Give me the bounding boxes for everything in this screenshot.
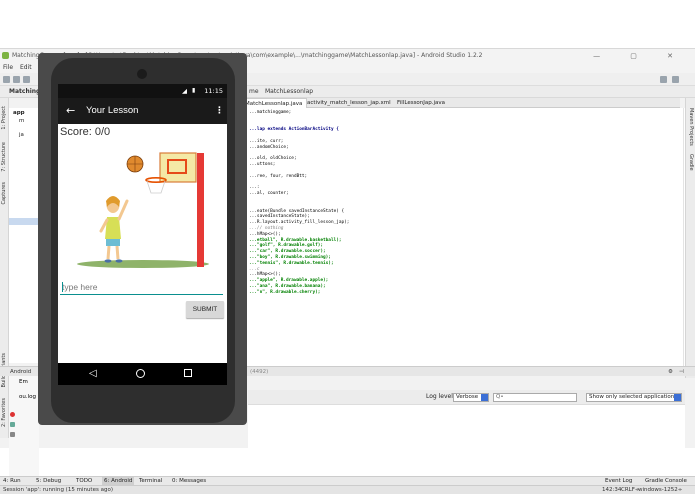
logcat-output[interactable] [248, 404, 685, 476]
nav-home-icon[interactable] [136, 369, 145, 378]
code-line: ..."tennis", R.drawable.tennis); [249, 260, 334, 266]
system-status-bar: ◢ ▮ 11:15 [58, 84, 227, 98]
code-line: ...andomChoice; [249, 144, 289, 150]
answer-placeholder: type here [62, 282, 98, 292]
emulator-frame: ◢ ▮ 11:15 ← Your Lesson ⋮ Score: 0/0 typ… [38, 53, 247, 425]
log-filter-select[interactable]: Show only selected application [586, 393, 682, 402]
file-encoding[interactable]: windows-1252÷ [638, 486, 682, 494]
girl-shorts [106, 239, 120, 246]
right-margin-guide [683, 108, 684, 366]
battery-icon: ▮ [192, 87, 196, 94]
app-action-bar: ← Your Lesson ⋮ [58, 98, 227, 124]
app-title: Your Lesson [86, 105, 139, 116]
nav-recents-icon[interactable] [184, 369, 192, 377]
log-level-label: Log level: [426, 393, 455, 400]
ground-shadow [77, 260, 209, 268]
tree-selection [9, 218, 39, 225]
phone-screen: ◢ ▮ 11:15 ← Your Lesson ⋮ Score: 0/0 typ… [58, 84, 227, 385]
screenshot-icon[interactable] [10, 432, 15, 437]
log-search-input[interactable]: Q• [493, 393, 577, 402]
logcat-toolbar: Log level: Verbose Q• Show only selected… [248, 390, 685, 404]
code-editor[interactable]: ...matchinggame; ...lap extends ActionBar… [240, 108, 685, 366]
restart-icon[interactable] [10, 422, 15, 427]
tool-gradle[interactable]: Gradle [688, 154, 694, 171]
bottom-tool-bar: 4: Run 5: Debug TODO 6: Android Terminal… [0, 476, 695, 486]
girl-shoe-left [104, 259, 112, 263]
overflow-menu-icon[interactable]: ⋮ [215, 105, 224, 117]
girl-arm-right [117, 199, 129, 221]
backboard [159, 152, 197, 183]
cursor-position[interactable]: 142:34 [602, 486, 621, 494]
front-camera [137, 69, 147, 79]
lesson-image [71, 147, 211, 271]
code-line: ...ree, four, rendBtt; [249, 173, 308, 179]
breadcrumb-class[interactable]: MatchLessonlap [265, 86, 313, 98]
lesson-content: Score: 0/0 type here SUBMIT [58, 124, 227, 363]
code-line: ...al, counter; [249, 191, 289, 197]
tab-activity-xml[interactable]: activity_match_lesson_jap.xml [303, 98, 395, 108]
settings-gear-icon[interactable]: ⚙ [668, 367, 673, 377]
sdk-manager-icon[interactable] [660, 76, 667, 83]
menu-file[interactable]: File [3, 64, 13, 71]
tree-node-m[interactable]: m [19, 118, 24, 124]
system-navigation-bar: ◁ [58, 363, 227, 385]
tool-project[interactable]: 1: Project [1, 106, 7, 130]
back-arrow-icon[interactable]: ← [66, 104, 75, 117]
logcat-label[interactable]: ou.log [19, 394, 36, 400]
sync-icon[interactable] [23, 76, 30, 83]
breadcrumb-package[interactable]: me [249, 86, 259, 98]
nav-back-icon[interactable]: ◁ [89, 367, 97, 381]
status-message: Session 'app': running (15 minutes ago) [3, 487, 113, 493]
left-tool-strip: 1: Project 7: Structure Captures Build V… [0, 98, 9, 438]
status-bar: Session 'app': running (15 minutes ago) … [0, 485, 695, 494]
tool-structure[interactable]: 7: Structure [1, 142, 7, 172]
code-line: ..."n", R.drawable.cherry); [249, 289, 321, 295]
open-icon[interactable] [3, 76, 10, 83]
device-panel: Em ou.log [9, 376, 39, 476]
menu-edit[interactable]: Edit [20, 64, 32, 71]
desktop: MatchingGame - [app] - [C:\Users\...\Des… [0, 0, 695, 494]
line-separator[interactable]: CRLF÷ [621, 486, 640, 494]
girl-shoe-right [115, 259, 123, 263]
girl-legs [106, 245, 120, 260]
log-level-value: Verbose [456, 394, 479, 400]
text-cursor [62, 282, 63, 292]
tab-matchlessonlap[interactable]: MatchLessonlap.java [240, 98, 308, 108]
stop-icon[interactable] [10, 412, 15, 417]
android-studio-icon [2, 52, 9, 59]
tool-captures[interactable]: Captures [1, 182, 7, 205]
save-icon[interactable] [13, 76, 20, 83]
code-line: ...matchinggame; [249, 110, 292, 115]
log-filter-value: Show only selected application [589, 394, 675, 400]
code-line: ...lap extends ActionBarActivity { [249, 127, 339, 133]
hide-panel-icon[interactable]: ⊣ [679, 367, 684, 377]
code-line: ...uttons; [249, 162, 276, 168]
device-label[interactable]: Em [19, 379, 28, 385]
hoop-pole [197, 153, 204, 267]
phone-body: ◢ ▮ 11:15 ← Your Lesson ⋮ Score: 0/0 typ… [51, 58, 235, 423]
tree-node-app[interactable]: app [13, 110, 25, 116]
submit-button[interactable]: SUBMIT [186, 301, 224, 318]
log-level-select[interactable]: Verbose [453, 393, 489, 402]
process-label: (4492) [250, 369, 269, 375]
project-tree: app m ja [9, 108, 39, 363]
help-icon[interactable] [672, 76, 679, 83]
status-time: 11:15 [204, 87, 223, 95]
wifi-icon: ◢ [182, 87, 187, 95]
tab-filllessonjap[interactable]: FillLessonJap.java [393, 98, 449, 108]
chevron-down-icon [481, 394, 488, 401]
right-tool-strip: Maven Projects Gradle [685, 98, 695, 378]
tree-node-ja[interactable]: ja [19, 132, 24, 138]
tool-maven[interactable]: Maven Projects [688, 108, 694, 146]
editor-tabs: MatchLessonlap.java activity_match_lesso… [240, 98, 680, 108]
window-controls[interactable]: — ▢ ✕ [593, 49, 687, 63]
answer-input[interactable]: type here [60, 279, 223, 295]
score-text: Score: 0/0 [60, 126, 111, 138]
tool-favorites[interactable]: 2: Favorites [1, 398, 7, 427]
chevron-down-icon [674, 394, 681, 401]
